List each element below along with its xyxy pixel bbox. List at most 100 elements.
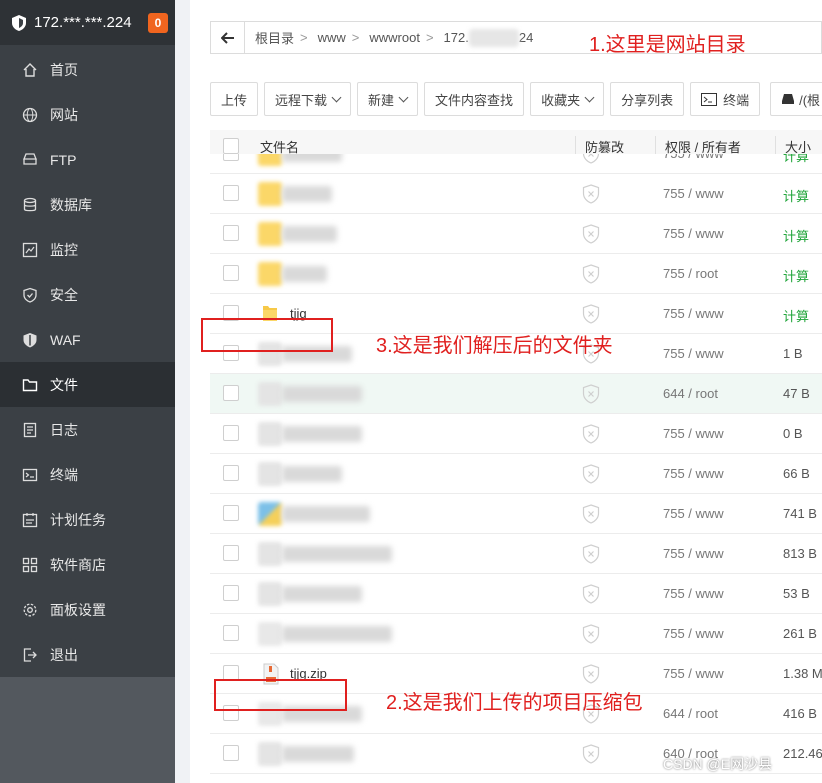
breadcrumb-wwwroot[interactable]: wwwroot <box>359 30 426 45</box>
tamper-protection-icon[interactable] <box>582 384 600 404</box>
share-list-button[interactable]: 分享列表 <box>610 82 685 116</box>
breadcrumb-site-prefix[interactable]: 172. <box>434 30 469 45</box>
sidebar-item[interactable]: 日志 <box>0 407 175 452</box>
table-row[interactable]: 755 / www 261 B <box>210 614 822 654</box>
file-permission[interactable]: 755 / www <box>663 546 724 561</box>
sidebar-item[interactable]: 计划任务 <box>0 497 175 542</box>
row-checkbox[interactable] <box>223 225 239 241</box>
sidebar-item[interactable]: 退出 <box>0 632 175 677</box>
redacted-file-name[interactable] <box>282 154 342 162</box>
file-permission[interactable]: 755 / www <box>663 466 724 481</box>
tamper-protection-icon[interactable] <box>582 624 600 644</box>
file-permission[interactable]: 644 / root <box>663 386 718 401</box>
row-checkbox[interactable] <box>223 425 239 441</box>
file-permission[interactable]: 755 / www <box>663 226 724 241</box>
sidebar-item[interactable]: 首页 <box>0 47 175 92</box>
redacted-file-name[interactable] <box>282 386 362 402</box>
sidebar-item[interactable]: 软件商店 <box>0 542 175 587</box>
sidebar-item[interactable]: 安全 <box>0 272 175 317</box>
content-search-button[interactable]: 文件内容查找 <box>424 82 525 116</box>
redacted-file-name[interactable] <box>282 266 327 282</box>
row-checkbox[interactable] <box>223 154 239 161</box>
file-size[interactable]: 计算 <box>783 226 809 245</box>
row-checkbox[interactable] <box>223 265 239 281</box>
redacted-file-name[interactable] <box>282 546 392 562</box>
sidebar-item[interactable]: 网站 <box>0 92 175 137</box>
file-permission[interactable]: 755 / www <box>663 426 724 441</box>
tamper-protection-icon[interactable] <box>582 304 600 324</box>
row-checkbox[interactable] <box>223 505 239 521</box>
sidebar-item[interactable]: 数据库 <box>0 182 175 227</box>
sidebar-item[interactable]: 监控 <box>0 227 175 272</box>
terminal-button[interactable]: 终端 <box>690 82 761 116</box>
remote-download-button[interactable]: 远程下载 <box>264 82 352 116</box>
tamper-protection-icon[interactable] <box>582 424 600 444</box>
sidebar-item[interactable]: 面板设置 <box>0 587 175 632</box>
table-row[interactable]: 644 / root 47 B <box>210 374 822 414</box>
file-permission[interactable]: 755 / www <box>663 186 724 201</box>
table-row[interactable]: 755 / root 计算 <box>210 254 822 294</box>
table-row[interactable]: 755 / www 66 B <box>210 454 822 494</box>
row-checkbox[interactable] <box>223 745 239 761</box>
sidebar-item[interactable]: 文件 <box>0 362 175 407</box>
row-checkbox[interactable] <box>223 465 239 481</box>
table-row[interactable]: 755 / www 53 B <box>210 574 822 614</box>
table-row[interactable]: 755 / www 计算 <box>210 214 822 254</box>
folder-icon <box>258 182 282 206</box>
tamper-protection-icon[interactable] <box>582 224 600 244</box>
new-button[interactable]: 新建 <box>357 82 419 116</box>
notification-badge[interactable]: 0 <box>148 12 168 33</box>
file-permission[interactable]: 755 / www <box>663 586 724 601</box>
tamper-protection-icon[interactable] <box>582 264 600 284</box>
row-checkbox[interactable] <box>223 545 239 561</box>
file-permission[interactable]: 755 / root <box>663 266 718 281</box>
tamper-protection-icon[interactable] <box>582 504 600 524</box>
row-checkbox[interactable] <box>223 625 239 641</box>
file-permission[interactable]: 755 / www <box>663 666 724 681</box>
file-permission[interactable]: 755 / www <box>663 306 724 321</box>
sidebar-item[interactable]: 终端 <box>0 452 175 497</box>
tamper-protection-icon[interactable] <box>582 544 600 564</box>
file-permission[interactable]: 755 / www <box>663 626 724 641</box>
file-permission[interactable]: 755 / www <box>663 154 724 161</box>
back-button[interactable] <box>211 22 245 53</box>
breadcrumb-www[interactable]: www <box>308 30 352 45</box>
tamper-protection-icon[interactable] <box>582 154 600 164</box>
file-size[interactable]: 计算 <box>783 186 809 205</box>
redacted-file-name[interactable] <box>282 226 337 242</box>
redacted-file-name[interactable] <box>282 426 362 442</box>
row-checkbox[interactable] <box>223 585 239 601</box>
redacted-file-name[interactable] <box>282 466 342 482</box>
row-checkbox[interactable] <box>223 185 239 201</box>
redacted-file-name[interactable] <box>282 626 392 642</box>
file-size[interactable]: 计算 <box>783 306 809 325</box>
tamper-protection-icon[interactable] <box>582 744 600 764</box>
sidebar-item[interactable]: WAF <box>0 317 175 362</box>
upload-button[interactable]: 上传 <box>210 82 259 116</box>
redacted-file-name[interactable] <box>282 746 354 762</box>
file-permission[interactable]: 644 / root <box>663 706 718 721</box>
sidebar-item[interactable]: FTP <box>0 137 175 182</box>
file-size[interactable]: 计算 <box>783 154 809 165</box>
tamper-protection-icon[interactable] <box>582 464 600 484</box>
row-checkbox[interactable] <box>223 385 239 401</box>
breadcrumb-site-suffix[interactable]: 24 <box>519 30 539 45</box>
tamper-protection-icon[interactable] <box>582 584 600 604</box>
table-row[interactable]: 755 / www 0 B <box>210 414 822 454</box>
select-all-checkbox[interactable] <box>223 138 239 154</box>
table-row[interactable]: 755 / www 813 B <box>210 534 822 574</box>
redacted-file-name[interactable] <box>282 586 362 602</box>
favorites-button[interactable]: 收藏夹 <box>530 82 605 116</box>
table-row[interactable]: 755 / www 计算 <box>210 174 822 214</box>
table-row[interactable]: 755 / www 741 B <box>210 494 822 534</box>
file-size[interactable]: 计算 <box>783 266 809 285</box>
root-path-button[interactable]: /(根目录 <box>770 82 822 116</box>
redacted-file-name[interactable] <box>282 506 370 522</box>
tamper-protection-icon[interactable] <box>582 184 600 204</box>
file-permission[interactable]: 755 / www <box>663 506 724 521</box>
redacted-file-name[interactable] <box>282 186 332 202</box>
breadcrumb-root[interactable]: 根目录 <box>245 28 300 47</box>
file-permission[interactable]: 755 / www <box>663 346 724 361</box>
tamper-protection-icon[interactable] <box>582 664 600 684</box>
table-row[interactable]: 755 / www 计算 <box>210 154 822 174</box>
